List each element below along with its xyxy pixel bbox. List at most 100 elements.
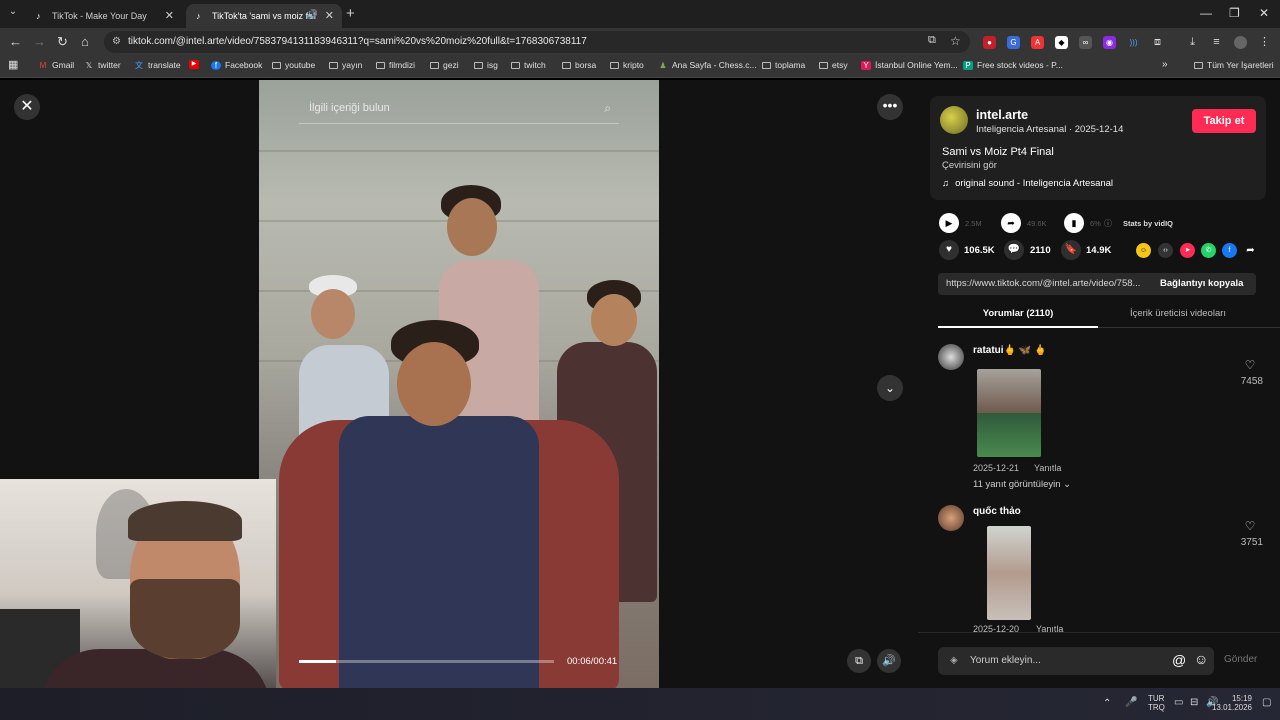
video-progress-bar[interactable] — [299, 660, 554, 663]
bookmark-folder-isg[interactable]: isg — [474, 60, 498, 70]
send-icon[interactable]: ➤ — [1180, 243, 1195, 258]
bookmark-all[interactable]: Tüm Yer İşaretleri — [1194, 60, 1274, 70]
clock[interactable]: 15:19 13.01.2026 — [1212, 694, 1252, 712]
extension-icon-1[interactable]: ● — [983, 36, 996, 49]
sound-link[interactable]: ♫ original sound - Inteligencia Artesanal — [942, 178, 1113, 189]
site-info-icon[interactable]: ⚙ — [112, 36, 121, 47]
whatsapp-icon[interactable]: ✆ — [1201, 243, 1216, 258]
embed-icon[interactable]: ‹› — [1158, 243, 1173, 258]
share-link-url[interactable]: https://www.tiktok.com/@intel.arte/video… — [946, 278, 1151, 289]
tray-chevron-up-icon[interactable]: ⌃ — [1103, 698, 1111, 709]
volume-icon[interactable]: 🔊 — [877, 649, 901, 673]
comment-heart-icon[interactable]: ♡ — [1235, 358, 1265, 372]
language-indicator[interactable]: TUR TRQ — [1148, 694, 1165, 712]
bookmark-yemek[interactable]: Y İstanbul Online Yem... — [861, 60, 958, 70]
vidiq-label[interactable]: Stats by vidIQ — [1123, 219, 1173, 228]
bookmark-folder-twitch[interactable]: twitch — [511, 60, 546, 70]
comment-input[interactable]: ◈ Yorum ekleyin... @ ☺ — [938, 647, 1214, 675]
profile-avatar[interactable] — [1234, 36, 1247, 49]
restore-button[interactable]: ❐ — [1229, 6, 1240, 20]
share-more-icon[interactable]: ➦ — [1243, 243, 1258, 258]
sticker-icon[interactable]: ◈ — [950, 655, 958, 666]
comment-image[interactable] — [977, 369, 1041, 457]
facebook-share-icon[interactable]: f — [1222, 243, 1237, 258]
forward-button[interactable]: → — [33, 34, 46, 49]
speaker-icon[interactable]: 🔊 — [307, 9, 318, 20]
new-tab-button[interactable]: + — [346, 5, 355, 22]
mention-icon[interactable]: @ — [1172, 652, 1186, 668]
close-tab-icon[interactable]: ✕ — [325, 9, 334, 22]
see-translation-link[interactable]: Çevirisini gör — [942, 160, 997, 171]
more-options-icon[interactable]: ••• — [877, 94, 903, 120]
extension-icon-4[interactable]: ◆ — [1055, 36, 1068, 49]
translate-ext-icon[interactable]: G — [1007, 36, 1020, 49]
extensions-puzzle-icon[interactable]: ⧈ — [1151, 36, 1164, 49]
follow-button[interactable]: Takip et — [1192, 109, 1256, 133]
comment-reply-button[interactable]: Yanıtla — [1034, 463, 1061, 473]
comment-username[interactable]: ratatui🖕 🦋 🖕 — [973, 345, 1046, 356]
back-button[interactable]: ← — [9, 34, 22, 49]
tab-tiktok-video[interactable]: ♪ TikTok'ta 'sami vs moiz full' 🔊 ✕ — [186, 4, 342, 28]
bar-chart-icon[interactable]: ▮ — [1064, 213, 1084, 233]
bookmark-translate[interactable]: 文 translate — [134, 60, 181, 70]
comment-reply-button[interactable]: Yanıtla — [1036, 624, 1063, 632]
address-bar[interactable]: ⚙ tiktok.com/@intel.arte/video/758379413… — [104, 31, 970, 53]
bookmark-folder-toplama[interactable]: toplama — [762, 60, 805, 70]
related-search-input[interactable]: İlgili içeriği bulun ⌕ — [299, 96, 619, 124]
media-control-icon[interactable]: ≡ — [1210, 36, 1223, 49]
bookmark-youtube-video[interactable]: ▶ — [189, 60, 203, 69]
more-bookmarks-icon[interactable]: » — [1162, 59, 1168, 70]
extension-icon-7[interactable]: ))) — [1127, 36, 1140, 49]
comment-avatar[interactable] — [938, 344, 964, 370]
comment-username[interactable]: quốc thảo — [973, 506, 1021, 517]
reload-button[interactable]: ↻ — [57, 34, 68, 50]
bookmark-facebook[interactable]: f Facebook — [211, 60, 262, 70]
home-button[interactable]: ⌂ — [81, 34, 89, 49]
coin-icon[interactable]: ☺ — [1136, 243, 1151, 258]
tab-comments[interactable]: Yorumlar (2110) — [938, 304, 1098, 328]
comment-heart-icon[interactable]: ♡ — [1235, 519, 1265, 533]
browser-menu-icon[interactable]: ⋮ — [1258, 36, 1271, 49]
send-comment-button[interactable]: Gönder — [1224, 654, 1257, 665]
tab-search-button[interactable]: ⌄ — [4, 6, 22, 22]
minimize-button[interactable]: — — [1200, 6, 1212, 20]
bookmark-chess[interactable]: ♟ Ana Sayfa - Chess.c... — [658, 60, 756, 70]
close-window-button[interactable]: ✕ — [1259, 6, 1269, 20]
comment-avatar[interactable] — [938, 505, 964, 531]
view-replies-button[interactable]: 11 yanıt görüntüleyin ⌄ — [973, 479, 1071, 490]
author-handle[interactable]: intel.arte — [976, 108, 1028, 122]
microphone-icon[interactable]: 🎤 — [1125, 697, 1137, 708]
bookmark-folder-youtube[interactable]: youtube — [272, 60, 315, 70]
comment-image[interactable] — [987, 526, 1031, 620]
bookmark-folder-filmdizi[interactable]: filmdizi — [376, 60, 415, 70]
share-arrow-icon[interactable]: ➦ — [1001, 213, 1021, 233]
comment-icon[interactable]: 💬 — [1004, 240, 1024, 260]
tab-creator-videos[interactable]: İçerik üreticisi videoları — [1098, 304, 1258, 328]
download-icon[interactable]: ⤓ — [1186, 36, 1199, 49]
emoji-icon[interactable]: ☺ — [1194, 651, 1208, 667]
bookmark-folder-gezi[interactable]: gezi — [430, 60, 459, 70]
install-app-icon[interactable]: ⧉ — [928, 34, 936, 47]
bookmark-folder-etsy[interactable]: etsy — [819, 60, 848, 70]
tab-tiktok-home[interactable]: ♪ TikTok - Make Your Day ✕ — [26, 4, 182, 28]
bookmark-icon[interactable]: 🔖 — [1061, 240, 1081, 260]
chevron-down-icon[interactable]: ⌄ — [877, 375, 903, 401]
extension-icon-6[interactable]: ◉ — [1103, 36, 1116, 49]
copy-link-button[interactable]: Bağlantıyı kopyala — [1160, 278, 1243, 289]
bookmark-folder-borsa[interactable]: borsa — [562, 60, 596, 70]
bookmark-folder-yayin[interactable]: yayın — [329, 60, 362, 70]
info-icon[interactable]: ⓘ — [1104, 218, 1112, 229]
bookmark-pexels[interactable]: P Free stock videos - P... — [963, 60, 1063, 70]
close-icon[interactable]: ✕ — [14, 94, 40, 120]
bookmark-twitter[interactable]: 𝕏twitter — [84, 60, 121, 70]
apps-grid-icon[interactable]: ▦ — [8, 58, 18, 71]
video-player[interactable]: İlgili içeriği bulun ⌕ 00:06/00:41 — [259, 80, 659, 688]
bookmark-gmail[interactable]: M Gmail — [38, 60, 75, 70]
bookmark-star-icon[interactable]: ☆ — [950, 34, 961, 48]
network-icon[interactable]: ⊟ — [1190, 697, 1198, 708]
close-tab-icon[interactable]: ✕ — [165, 9, 174, 22]
heart-icon[interactable]: ♥ — [939, 240, 959, 260]
adblock-ext-icon[interactable]: A — [1031, 36, 1044, 49]
search-icon[interactable]: ⌕ — [604, 101, 611, 116]
display-icon[interactable]: ▭ — [1174, 697, 1183, 708]
